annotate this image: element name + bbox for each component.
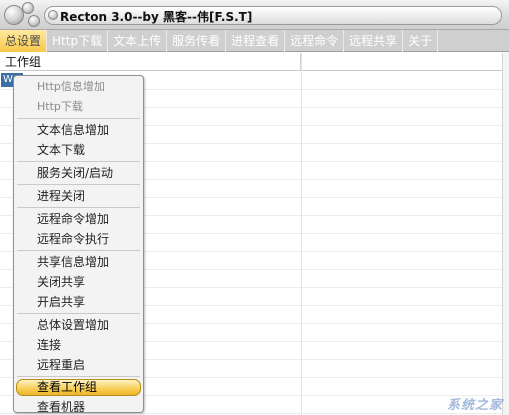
context-menu-item[interactable]: 关闭共享 (17, 272, 140, 292)
window-orb-small-top-icon[interactable] (22, 2, 34, 14)
menu-bar: 总设置 Http下载 文本上传 服务传看 进程查看 远程命令 远程共享 关于 (0, 30, 509, 52)
context-menu-item[interactable]: 共享信息增加 (17, 252, 140, 272)
context-menu-item[interactable]: 文本信息增加 (17, 120, 140, 140)
context-menu-group: 远程命令增加 远程命令执行 (17, 208, 140, 251)
context-menu-item[interactable]: 远程命令增加 (17, 209, 140, 229)
menu-item-3[interactable]: 服务传看 (167, 30, 227, 52)
menu-item-6[interactable]: 远程共享 (344, 30, 404, 52)
menu-item-2[interactable]: 文本上传 (108, 30, 168, 52)
context-menu-item[interactable]: 总体设置增加 (17, 315, 140, 335)
context-menu-group: Http信息增加 Http下载 (17, 76, 140, 119)
title-bar: Recton 3.0--by 黑客--伟[F.S.T] (0, 0, 509, 30)
scrollbar-track[interactable] (502, 53, 509, 415)
context-menu-group: 文本信息增加 文本下载 (17, 119, 140, 162)
title-bullet-icon (48, 10, 58, 20)
context-menu-group: 总体设置增加 连接 远程重启 (17, 314, 140, 377)
menu-item-5[interactable]: 远程命令 (285, 30, 345, 52)
context-menu-item[interactable]: 进程关闭 (17, 186, 140, 206)
context-menu-item[interactable]: 远程命令执行 (17, 229, 140, 249)
context-menu-item[interactable]: 文本下载 (17, 140, 140, 160)
window-orb-small-bottom-icon[interactable] (28, 15, 40, 27)
context-menu-item[interactable]: 连接 (17, 335, 140, 355)
context-menu-item[interactable]: 查看机器 (17, 397, 140, 415)
column-header-second[interactable] (301, 53, 502, 71)
menu-item-4[interactable]: 进程查看 (226, 30, 286, 52)
window-orb-large-icon[interactable] (4, 5, 24, 25)
context-menu-item[interactable]: 开启共享 (17, 292, 140, 312)
context-menu-item[interactable]: 查看工作组 (16, 379, 141, 396)
watermark-text: 系统之家 (446, 398, 503, 413)
menu-item-0[interactable]: 总设置 (0, 30, 48, 52)
column-header-workgroup[interactable]: 工作组 (0, 53, 301, 71)
column-divider (301, 53, 302, 415)
context-menu-item: Http信息增加 (37, 80, 105, 93)
context-menu-group: 查看工作组 查看机器 (16, 377, 141, 415)
menu-item-7[interactable]: 关于 (403, 30, 439, 52)
context-menu-item: Http下载 (37, 100, 83, 113)
context-menu: Http信息增加 Http下载 文本信息增加 文本下载 服务关闭/启动 进程关闭 远程命令增… (13, 75, 144, 415)
context-menu-group: 共享信息增加 关闭共享 开启共享 (17, 251, 140, 314)
context-menu-item[interactable]: 远程重启 (17, 355, 140, 375)
menu-item-1[interactable]: Http下载 (47, 30, 109, 52)
context-menu-item[interactable]: 服务关闭/启动 (17, 163, 140, 183)
table-header: 工作组 (0, 53, 502, 71)
context-menu-group: 服务关闭/启动 (17, 162, 140, 185)
window-title: Recton 3.0--by 黑客--伟[F.S.T] (60, 10, 253, 24)
context-menu-group: 进程关闭 (17, 185, 140, 208)
